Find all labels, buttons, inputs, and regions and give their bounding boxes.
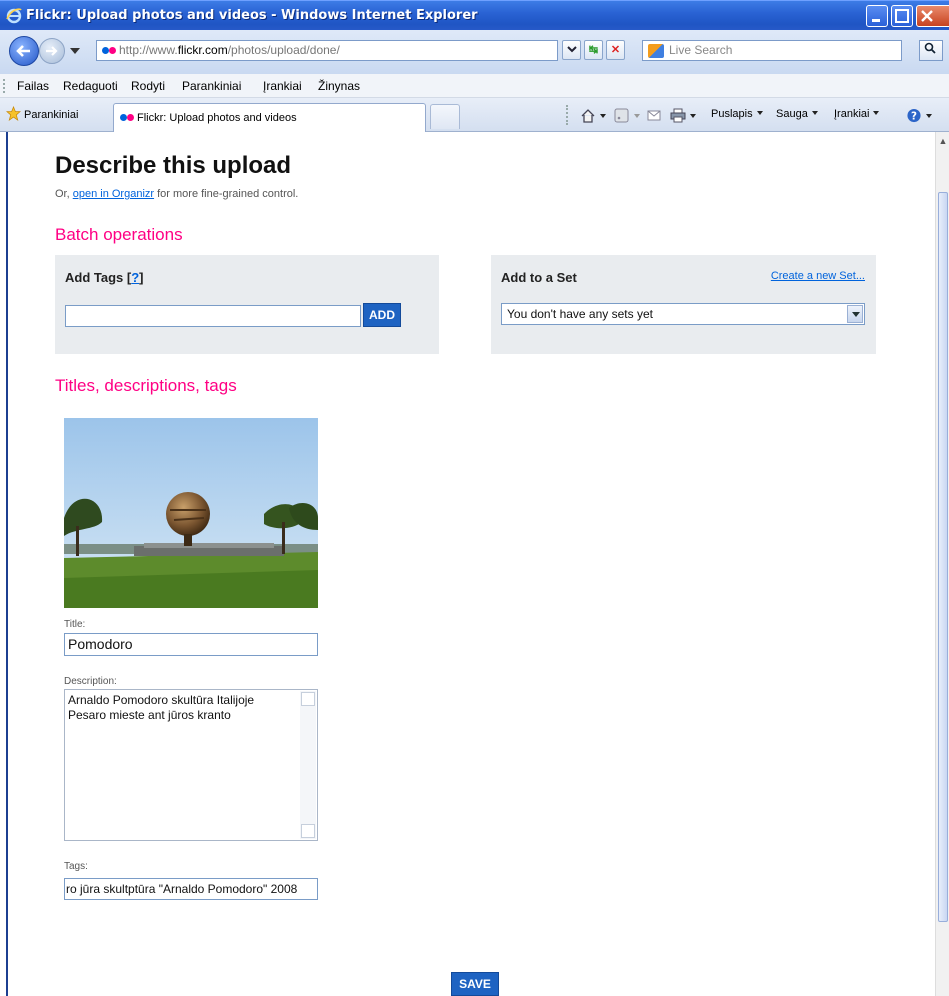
tab-flickr-upload[interactable]: Flickr: Upload photos and videos xyxy=(113,103,426,132)
photo-title-input[interactable]: Pomodoro xyxy=(64,633,318,656)
menu-item-view[interactable]: Rodyti xyxy=(131,79,165,93)
maximize-icon xyxy=(895,9,909,23)
batch-tags-input[interactable] xyxy=(65,305,361,327)
home-button[interactable] xyxy=(580,108,606,123)
toolbar-grip xyxy=(3,79,5,93)
photo-description-textarea[interactable]: Arnaldo Pomodoro skultūra Italijoje Pesa… xyxy=(64,689,318,841)
title-bar: Flickr: Upload photos and videos - Windo… xyxy=(0,0,949,30)
tab-bar: Parankiniai Flickr: Upload photos and vi… xyxy=(0,98,949,132)
window-left-border xyxy=(0,132,8,996)
browser-window: { "window": { "title": "Flickr: Upload p… xyxy=(0,0,949,996)
favorites-star-icon xyxy=(6,106,21,121)
history-dropdown-icon[interactable] xyxy=(70,48,80,54)
window-title: Flickr: Upload photos and videos - Windo… xyxy=(26,8,478,23)
print-button[interactable] xyxy=(670,108,696,123)
favorites-button[interactable]: Parankiniai xyxy=(6,106,78,121)
address-dropdown-button[interactable] xyxy=(562,40,581,60)
forward-button[interactable] xyxy=(39,38,65,64)
url-path: /photos/upload/done/ xyxy=(227,43,340,57)
search-input[interactable]: Live Search xyxy=(642,40,902,61)
help-icon: ? xyxy=(907,108,921,122)
menu-item-favorites[interactable]: Parankiniai xyxy=(182,79,241,93)
menu-item-help[interactable]: Žinynas xyxy=(318,79,360,93)
menu-item-tools[interactable]: Įrankiai xyxy=(263,79,302,93)
title-label: Title: xyxy=(64,619,86,630)
set-select-value: You don't have any sets yet xyxy=(507,307,653,321)
add-tags-button[interactable]: ADD xyxy=(363,303,401,327)
mail-icon xyxy=(647,110,661,121)
stop-icon: ✕ xyxy=(610,44,621,56)
description-line-2: Pesaro mieste ant jūros kranto xyxy=(68,708,231,722)
safety-menu-label: Sauga xyxy=(776,108,808,120)
address-input[interactable]: http://www.flickr.com/photos/upload/done… xyxy=(96,40,558,61)
chevron-down-icon[interactable] xyxy=(301,824,315,838)
batch-operations-heading: Batch operations xyxy=(55,225,183,244)
photo-tags-input[interactable]: ro jūra skultptūra "Arnaldo Pomodoro" 20… xyxy=(64,878,318,900)
page-scrollbar[interactable]: ▲ xyxy=(935,132,949,996)
refresh-button[interactable]: ↹ xyxy=(584,40,603,60)
read-mail-button[interactable] xyxy=(646,108,662,123)
feeds-button[interactable] xyxy=(614,108,640,123)
svg-text:?: ? xyxy=(911,110,917,122)
add-to-set-panel: Add to a Set Create a new Set... You don… xyxy=(491,255,876,354)
back-arrow-icon xyxy=(16,45,30,57)
menu-bar: Failas Redaguoti Rodyti Parankiniai Įran… xyxy=(0,74,949,98)
rss-feed-icon xyxy=(614,108,629,123)
menu-item-edit[interactable]: Redaguoti xyxy=(63,79,118,93)
url-prefix: http://www. xyxy=(119,43,178,57)
description-label: Description: xyxy=(64,676,117,687)
scroll-up-icon[interactable]: ▲ xyxy=(937,135,949,147)
scroll-thumb[interactable] xyxy=(938,192,948,922)
uploaded-photo-thumbnail xyxy=(64,418,318,608)
create-new-set-link[interactable]: Create a new Set... xyxy=(771,270,865,282)
tools-menu-label: Įrankiai xyxy=(834,108,870,120)
toolbar-separator xyxy=(566,105,568,125)
set-select[interactable]: You don't have any sets yet xyxy=(501,303,865,325)
add-to-set-heading: Add to a Set xyxy=(501,270,577,285)
add-tags-panel: Add Tags [?] ADD xyxy=(55,255,439,354)
forward-arrow-icon xyxy=(46,46,58,56)
minimize-button[interactable] xyxy=(866,5,888,27)
url-host: flickr.com xyxy=(177,43,228,57)
back-button[interactable] xyxy=(9,36,39,66)
live-search-icon xyxy=(648,44,664,58)
home-icon xyxy=(581,109,595,123)
titles-descriptions-tags-heading: Titles, descriptions, tags xyxy=(55,376,237,395)
favorites-label: Parankiniai xyxy=(24,109,79,121)
minimize-icon xyxy=(872,19,880,22)
search-button[interactable] xyxy=(919,40,943,61)
flickr-favicon-icon xyxy=(102,47,116,54)
new-tab-button[interactable] xyxy=(430,104,460,129)
chevron-down-icon xyxy=(566,46,577,53)
chevron-up-icon[interactable] xyxy=(301,692,315,706)
printer-icon xyxy=(670,108,686,123)
tools-menu-button[interactable]: Įrankiai xyxy=(834,108,880,120)
close-icon xyxy=(921,10,933,22)
stop-button[interactable]: ✕ xyxy=(606,40,625,60)
description-line-1: Arnaldo Pomodoro skultūra Italijoje xyxy=(68,693,255,707)
chevron-down-icon xyxy=(847,305,863,323)
maximize-button[interactable] xyxy=(891,5,913,27)
ie-logo-icon xyxy=(6,8,22,24)
page-menu-label: Puslapis xyxy=(711,108,753,120)
add-tags-heading: Add Tags [?] xyxy=(65,270,144,285)
textarea-scrollbar[interactable] xyxy=(300,691,316,839)
help-button[interactable]: ? xyxy=(906,108,932,123)
close-button[interactable] xyxy=(916,5,949,27)
page-menu-button[interactable]: Puslapis xyxy=(711,108,763,120)
tab-label: Flickr: Upload photos and videos xyxy=(137,112,297,124)
save-button[interactable]: SAVE xyxy=(451,972,499,996)
organizr-hint: Or, open in Organizr for more fine-grain… xyxy=(55,188,299,200)
search-icon xyxy=(924,42,936,54)
refresh-icon: ↹ xyxy=(588,44,599,56)
search-placeholder: Live Search xyxy=(669,43,733,57)
address-toolbar: http://www.flickr.com/photos/upload/done… xyxy=(0,30,949,74)
page-title: Describe this upload xyxy=(55,152,292,179)
flickr-favicon-icon xyxy=(120,114,134,121)
tags-help-link[interactable]: ? xyxy=(131,270,139,285)
menu-item-file[interactable]: Failas xyxy=(17,79,49,93)
tags-label: Tags: xyxy=(64,861,88,872)
organizr-link[interactable]: open in Organizr xyxy=(73,188,154,200)
safety-menu-button[interactable]: Sauga xyxy=(776,108,818,120)
